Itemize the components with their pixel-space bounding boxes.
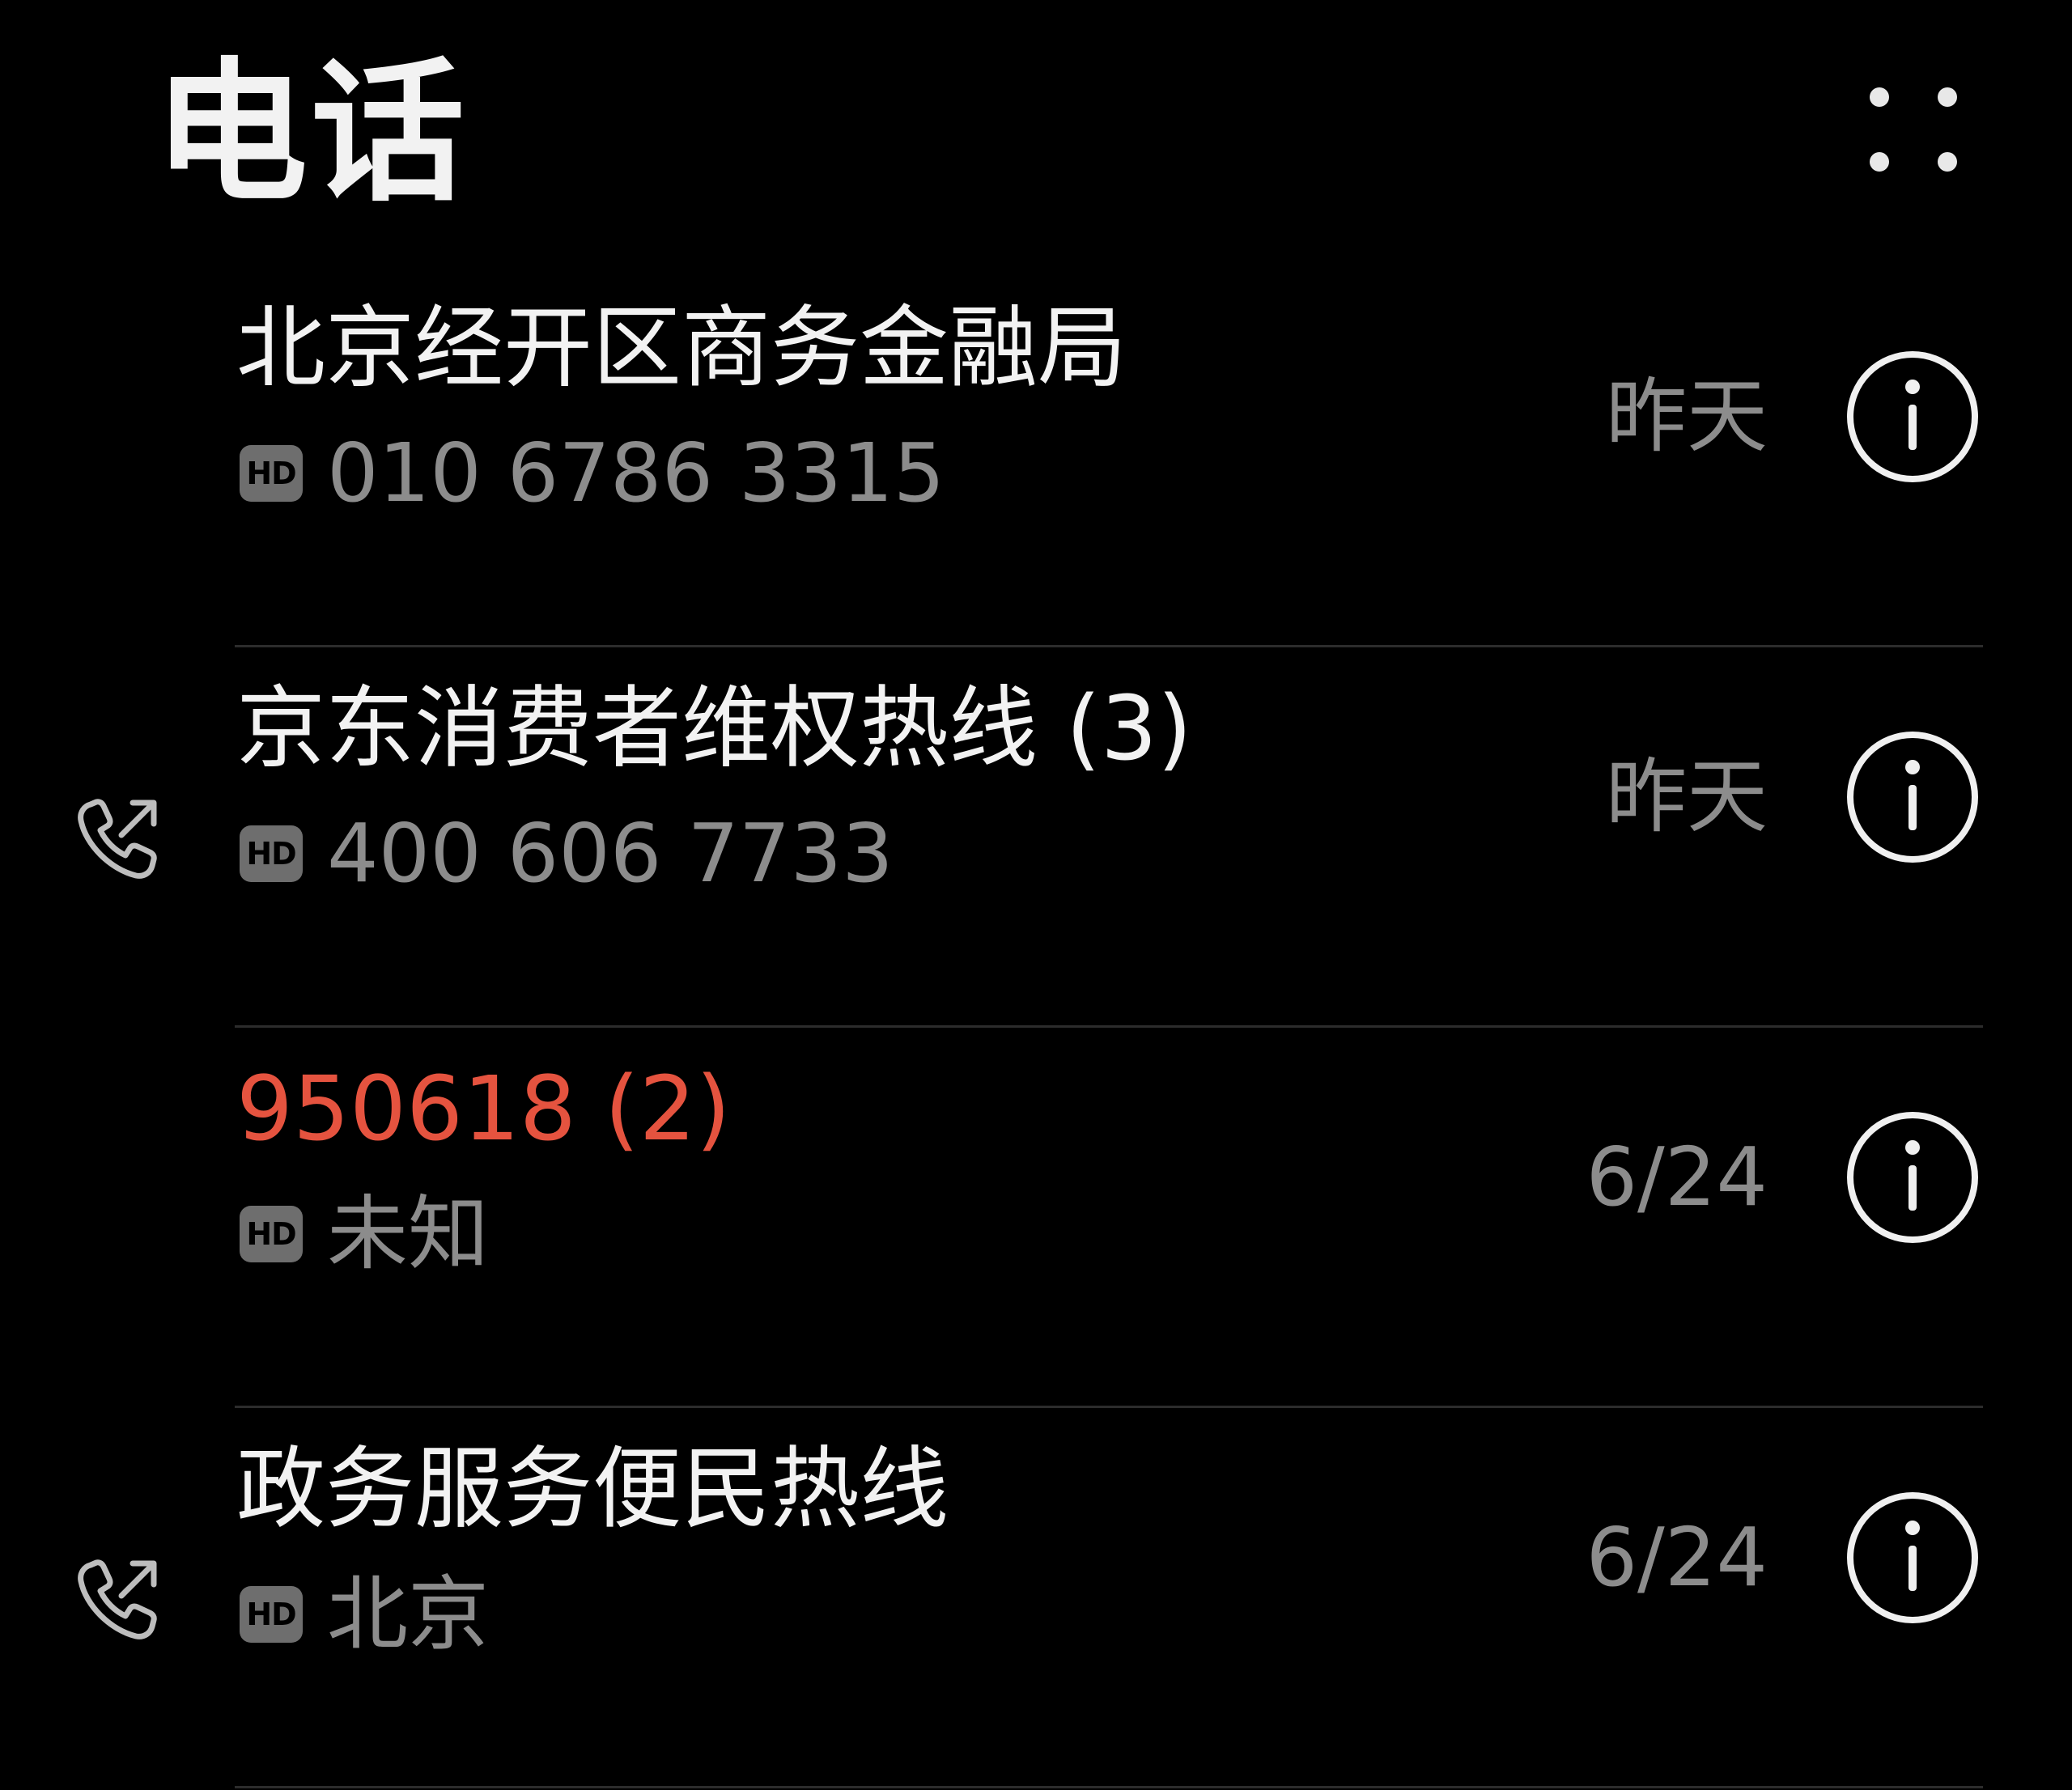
hd-badge: HD (240, 1586, 303, 1643)
info-button[interactable] (1845, 1491, 1980, 1625)
phone-number: 400 606 7733 (327, 806, 894, 901)
page-title: 电话 (154, 44, 469, 223)
caller-location: 未知 (327, 1186, 489, 1281)
contact-name: 950618 (2) (236, 1057, 731, 1160)
contact-name: 政务服务便民热线 (236, 1437, 949, 1541)
call-date: 昨天 (1606, 749, 1768, 844)
outgoing-call-icon (74, 1554, 163, 1643)
call-detail-line: HD 400 606 7733 (240, 805, 894, 902)
call-date: 6/24 (1586, 1510, 1768, 1605)
contact-name: 京东消费者维权热线 (3) (236, 677, 1192, 780)
call-log-item[interactable]: 政务服务便民热线 HD 北京 6/24 (0, 1408, 2072, 1788)
phone-number: 010 6786 3315 (327, 426, 945, 520)
info-icon (1847, 732, 1978, 863)
call-log-item[interactable]: 京东消费者维权热线 (3) HD 400 606 7733 昨天 (0, 647, 2072, 1028)
call-log-item[interactable]: 950618 (2) HD 未知 6/24 (0, 1028, 2072, 1408)
call-log-item[interactable]: 北京经开区商务金融局 HD 010 6786 3315 昨天 (0, 267, 2072, 647)
divider (235, 1786, 1983, 1788)
hd-badge: HD (240, 1206, 303, 1262)
hd-badge: HD (240, 825, 303, 882)
info-button[interactable] (1845, 1110, 1980, 1245)
info-icon (1847, 1492, 1978, 1623)
call-detail-line: HD 未知 (240, 1186, 489, 1283)
info-icon (1847, 351, 1978, 482)
hd-badge: HD (240, 445, 303, 502)
call-log-list: 北京经开区商务金融局 HD 010 6786 3315 昨天 京东消费者维权热线… (0, 267, 2072, 1788)
call-detail-line: HD 北京 (240, 1566, 489, 1663)
info-icon (1847, 1112, 1978, 1243)
outgoing-call-icon (74, 793, 163, 882)
call-date: 昨天 (1606, 369, 1768, 464)
caller-location: 北京 (327, 1567, 489, 1661)
more-dots-icon (1870, 87, 1957, 172)
more-menu-button[interactable] (1850, 79, 1972, 185)
info-button[interactable] (1845, 350, 1980, 484)
call-detail-line: HD 010 6786 3315 (240, 425, 945, 522)
header: 电话 (0, 0, 2072, 243)
call-log-screen: 电话 北京经开区商务金融局 HD 010 6786 3315 昨天 京东消费者维… (0, 0, 2072, 1790)
contact-name: 北京经开区商务金融局 (236, 296, 1127, 400)
info-button[interactable] (1845, 730, 1980, 864)
call-date: 6/24 (1586, 1130, 1768, 1224)
